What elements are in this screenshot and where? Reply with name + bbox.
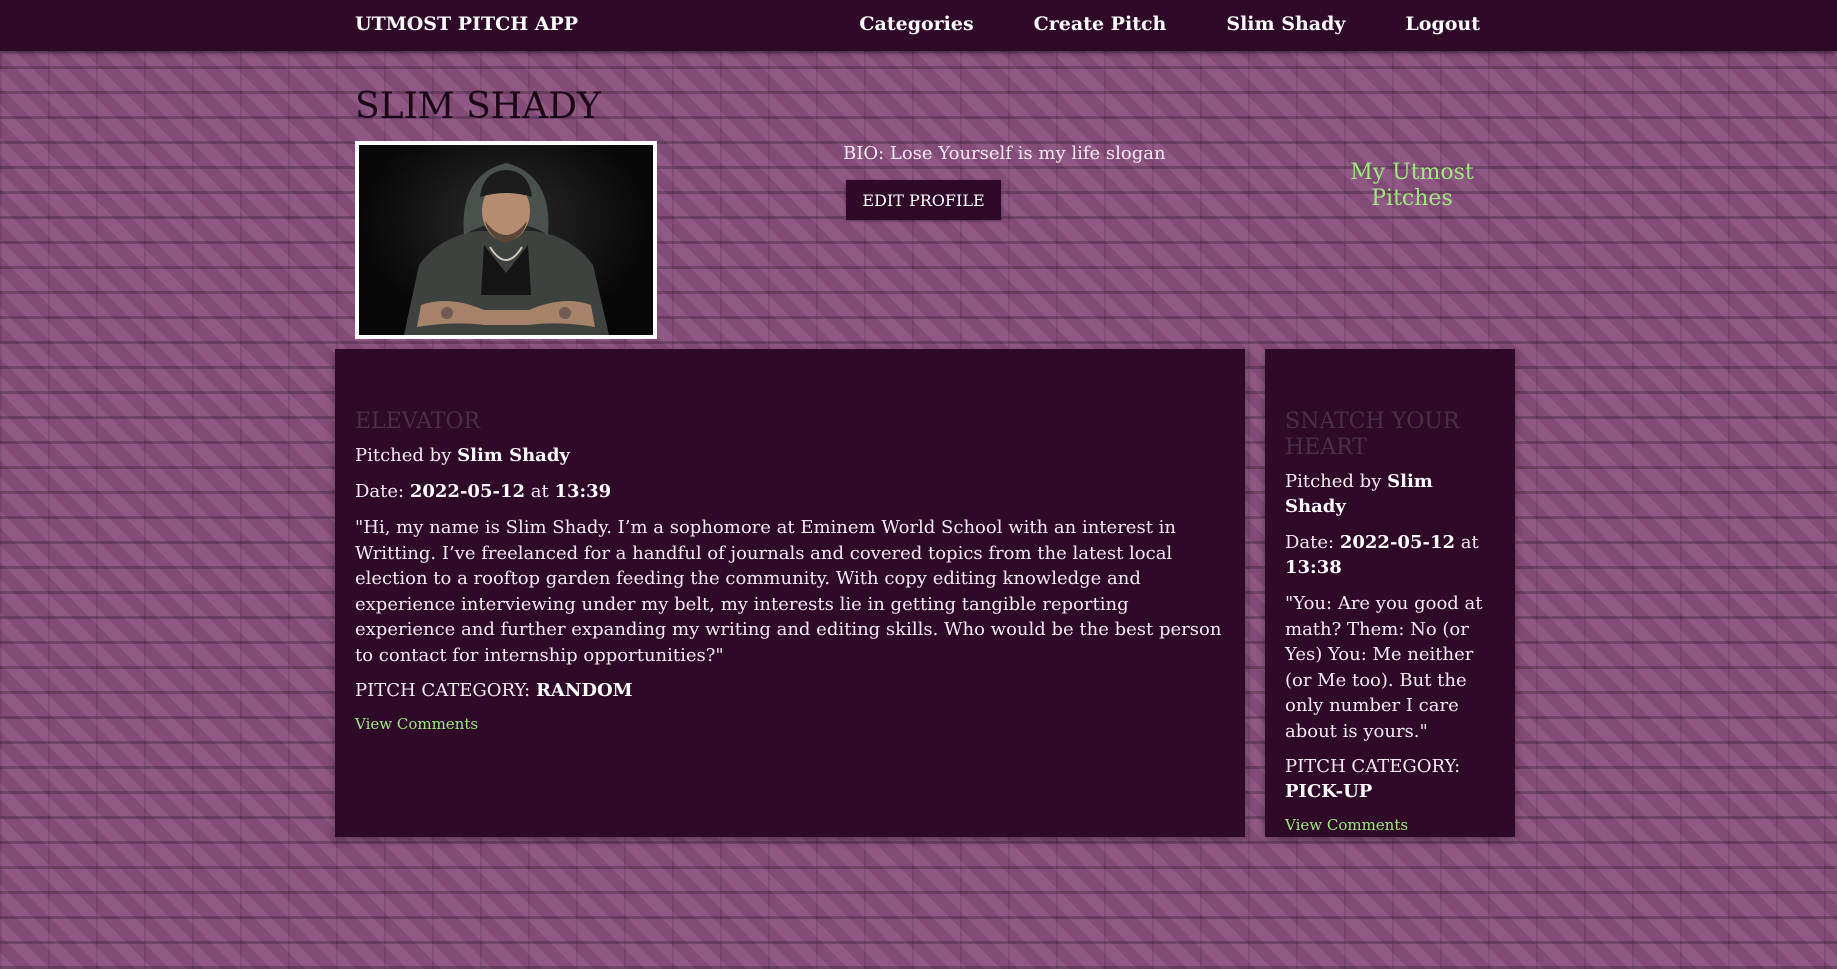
category-label: PITCH CATEGORY: [1285, 756, 1461, 777]
pitch-card-snatch-your-heart: SNATCH YOUR HEART Pitched by Slim Shady … [1265, 349, 1515, 837]
pitch-date: 2022-05-12 [1339, 532, 1455, 553]
pitch-date-line: Date: 2022-05-12 at 13:39 [355, 479, 1225, 504]
pitched-by-label: Pitched by [355, 445, 452, 466]
nav-create-pitch-link[interactable]: Create Pitch [1034, 13, 1167, 35]
pitch-body: "Hi, my name is Slim Shady. I’m a sophom… [355, 517, 1222, 666]
nav-logout-link[interactable]: Logout [1405, 13, 1480, 35]
pitch-category: RANDOM [535, 680, 633, 701]
pitch-date-line: Date: 2022-05-12 at 13:38 [1285, 530, 1495, 580]
pitch-author-line: Pitched by Slim Shady [1285, 469, 1495, 519]
pitch-time: 13:39 [554, 481, 612, 502]
profile-bio-text: BIO: Lose Yourself is my life slogan [843, 143, 1166, 164]
profile-avatar-image [355, 141, 657, 339]
at-label: at [530, 481, 549, 502]
at-label: at [1460, 532, 1479, 553]
category-label: PITCH CATEGORY: [355, 680, 531, 701]
pitch-date: 2022-05-12 [409, 481, 525, 502]
pitch-author-line: Pitched by Slim Shady [355, 443, 1225, 468]
avatar-portrait-graphic [404, 163, 609, 335]
my-pitches-heading: My Utmost Pitches [1350, 160, 1474, 211]
brand-link[interactable]: UTMOST PITCH APP [355, 13, 578, 35]
pitch-body: "You: Are you good at math? Them: No (or… [1285, 593, 1483, 742]
pitched-by-label: Pitched by [1285, 471, 1382, 492]
pitch-category-line: PITCH CATEGORY: RANDOM [355, 678, 1225, 703]
pitch-author: Slim Shady [457, 445, 570, 466]
view-comments-link[interactable]: View Comments [1285, 816, 1408, 834]
date-label: Date: [1285, 532, 1335, 553]
nav-links: Categories Create Pitch Slim Shady Logou… [859, 13, 1480, 35]
view-comments-link[interactable]: View Comments [355, 715, 478, 733]
pitch-card-elevator: ELEVATOR Pitched by Slim Shady Date: 202… [335, 349, 1245, 837]
pitch-title: ELEVATOR [355, 409, 481, 434]
profile-name-heading: SLIM SHADY [355, 86, 601, 127]
pitch-category: PICK-UP [1285, 781, 1373, 802]
pitch-category-line: PITCH CATEGORY: PICK-UP [1285, 754, 1495, 804]
date-label: Date: [355, 481, 405, 502]
pitch-time: 13:38 [1285, 557, 1342, 578]
pitch-title: SNATCH YOUR HEART [1285, 409, 1460, 460]
edit-profile-button[interactable]: EDIT PROFILE [846, 180, 1001, 220]
nav-user-profile-link[interactable]: Slim Shady [1226, 13, 1345, 35]
nav-categories-link[interactable]: Categories [859, 13, 973, 35]
top-navbar: UTMOST PITCH APP Categories Create Pitch… [0, 0, 1837, 51]
